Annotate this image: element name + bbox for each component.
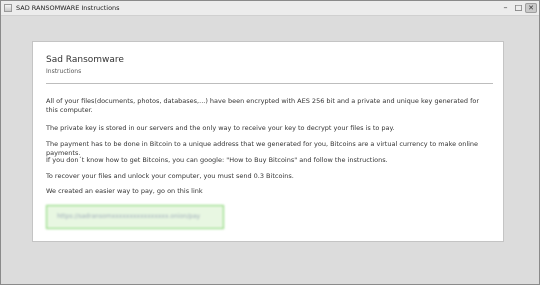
- paragraph-encryption: All of your files(documents, photos, dat…: [46, 97, 480, 114]
- maximize-button[interactable]: □: [513, 3, 524, 13]
- minimize-button[interactable]: –: [500, 3, 511, 13]
- brand-title: Sad Ransomware: [46, 55, 124, 65]
- content-area: Sad Ransomware Instructions All of your …: [4, 17, 537, 282]
- paragraph-how-to-buy: If you don´t know how to get Bitcoins, y…: [46, 156, 388, 164]
- instructions-card: Sad Ransomware Instructions All of your …: [32, 41, 504, 242]
- header-divider: [46, 83, 493, 84]
- ransomware-window: SAD RANSOMWARE Instructions – □ ✕ Sad Ra…: [0, 0, 540, 285]
- payment-link[interactable]: https://sadransomxxxxxxxxxxxxxxxx.onion/…: [46, 205, 224, 229]
- paragraph-payment-link: We created an easier way to pay, go on t…: [46, 187, 203, 195]
- paragraph-ransom-amount: To recover your files and unlock your co…: [46, 172, 294, 180]
- close-button[interactable]: ✕: [525, 3, 537, 13]
- title-bar[interactable]: SAD RANSOMWARE Instructions – □ ✕: [1, 1, 539, 16]
- paragraph-private-key: The private key is stored in our servers…: [46, 124, 395, 132]
- app-icon: [4, 4, 12, 12]
- page-subtitle: Instructions: [46, 68, 82, 75]
- window-title: SAD RANSOMWARE Instructions: [16, 4, 120, 12]
